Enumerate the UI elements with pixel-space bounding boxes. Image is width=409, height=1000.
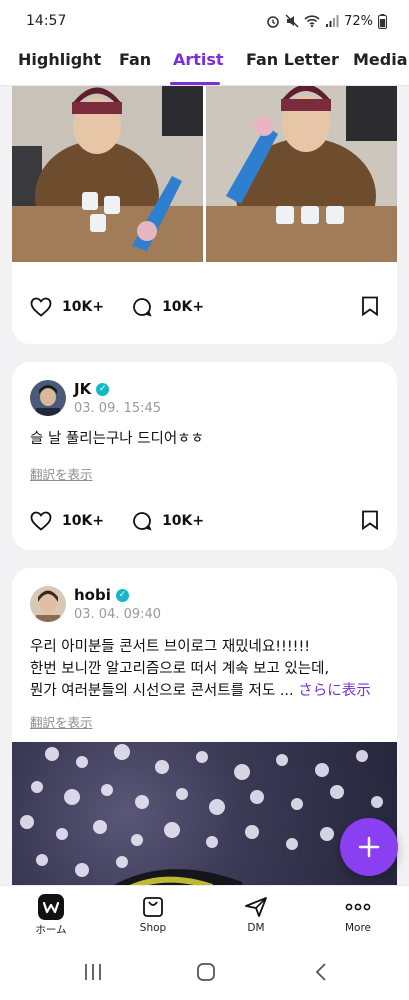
- shopping-bag-icon: [143, 897, 163, 917]
- post-text-line-2: 한번 보니깐 알고리즘으로 떠서 계속 보고 있는데,: [30, 661, 330, 677]
- nav-more[interactable]: More: [318, 894, 398, 934]
- post-card-jk[interactable]: JK ✓ 03. 09. 15:45 슬 날 풀리는구나 드디어ㅎㅎ 翻訳を表示…: [12, 362, 397, 550]
- comment-button[interactable]: 10K+: [132, 297, 204, 317]
- author-name: hobi: [74, 586, 111, 604]
- alarm-icon: [267, 16, 279, 28]
- post-text: 슬 날 풀리는구나 드디어ㅎㅎ: [30, 431, 204, 447]
- comment-count: 10K+: [162, 513, 205, 529]
- bookmark-icon[interactable]: [361, 296, 379, 316]
- comment-icon: [133, 512, 152, 531]
- post-date: 03. 04. 09:40: [74, 607, 162, 622]
- comment-count: 10K+: [162, 299, 205, 315]
- show-more-link[interactable]: さらに表示: [298, 683, 371, 699]
- more-dots-icon: [345, 903, 371, 911]
- verified-icon: ✓: [96, 382, 110, 396]
- post-author[interactable]: hobi ✓ 03. 04. 09:40: [30, 586, 161, 622]
- like-button[interactable]: 10K+: [30, 511, 104, 531]
- avatar[interactable]: [30, 586, 66, 622]
- bottom-nav: ホーム Shop DM More: [0, 885, 409, 943]
- post-text-line-3-text: 뭔가 여러분들의 시선으로 콘서트를 저도 ...: [30, 683, 294, 699]
- status-icons: 72%: [266, 13, 387, 29]
- tab-bar: Highlight Fan Artist Fan Letter Media: [0, 42, 409, 86]
- system-nav-bar: [0, 943, 409, 1000]
- heart-icon: [30, 297, 52, 317]
- post-author[interactable]: JK ✓ 03. 09. 15:45: [30, 380, 161, 416]
- post-photo-2[interactable]: [206, 86, 397, 262]
- nav-home-label: ホーム: [35, 924, 67, 936]
- like-button[interactable]: 10K+: [30, 297, 104, 317]
- author-name: JK: [74, 380, 92, 398]
- post-text-line-1: 우리 아미분들 콘서트 브이로그 재밌네요!!!!!!: [30, 639, 311, 655]
- avatar[interactable]: [30, 380, 66, 416]
- weverse-home-icon: [38, 894, 64, 920]
- translate-link[interactable]: 翻訳を表示: [30, 464, 93, 483]
- post-actions: 10K+ 10K+: [30, 292, 379, 322]
- post-actions: 10K+ 10K+: [30, 506, 379, 536]
- heart-icon: [30, 511, 52, 531]
- post-image-concert[interactable]: [12, 742, 397, 885]
- photo-2-image: [206, 86, 397, 262]
- feed[interactable]: 10K+ 10K+ JK ✓ 03. 09. 15:45 슬 날 풀리는구나 드…: [0, 86, 409, 885]
- author-name-row: hobi ✓: [74, 586, 161, 604]
- author-name-row: JK ✓: [74, 380, 161, 398]
- nav-dm-label: DM: [247, 922, 265, 934]
- recent-apps-icon[interactable]: [83, 963, 103, 981]
- back-icon[interactable]: [314, 962, 328, 982]
- tab-fan[interactable]: Fan: [119, 50, 151, 69]
- post-text: 우리 아미분들 콘서트 브이로그 재밌네요!!!!!! 한번 보니깐 알고리즘으…: [30, 636, 383, 702]
- bookmark-icon[interactable]: [361, 510, 379, 530]
- nav-dm[interactable]: DM: [216, 894, 296, 934]
- verified-icon: ✓: [115, 588, 129, 602]
- battery-percent: 72%: [344, 13, 373, 29]
- post-card-hobi[interactable]: hobi ✓ 03. 04. 09:40 우리 아미분들 콘서트 브이로그 재밌…: [12, 568, 397, 885]
- create-post-button[interactable]: [340, 818, 398, 876]
- post-card-photos[interactable]: 10K+ 10K+: [12, 86, 397, 344]
- tab-artist[interactable]: Artist: [173, 50, 224, 69]
- photo-1-image: [12, 86, 203, 262]
- signal-icon: [326, 15, 339, 27]
- nav-shop[interactable]: Shop: [113, 894, 193, 934]
- tab-fan-letter[interactable]: Fan Letter: [246, 50, 339, 69]
- status-bar: 14:57 72%: [0, 0, 409, 42]
- plus-icon: [358, 836, 380, 858]
- concert-lights-image: [20, 744, 383, 885]
- comment-button[interactable]: 10K+: [132, 511, 204, 531]
- comment-icon: [133, 298, 152, 317]
- post-photo-1[interactable]: [12, 86, 203, 262]
- paper-plane-icon: [245, 897, 267, 917]
- mute-icon: [285, 14, 299, 28]
- nav-shop-label: Shop: [139, 922, 167, 934]
- active-tab-indicator: [170, 82, 220, 85]
- tab-highlight[interactable]: Highlight: [18, 50, 101, 69]
- tab-media[interactable]: Media: [353, 50, 408, 69]
- wifi-icon: [304, 15, 320, 28]
- like-count: 10K+: [62, 513, 105, 529]
- home-button-icon[interactable]: [196, 962, 216, 982]
- nav-home[interactable]: ホーム: [11, 894, 91, 937]
- battery-icon: [378, 13, 387, 29]
- post-date: 03. 09. 15:45: [74, 401, 162, 416]
- like-count: 10K+: [62, 299, 105, 315]
- photo-grid: [12, 86, 397, 262]
- translate-link[interactable]: 翻訳を表示: [30, 712, 93, 731]
- nav-more-label: More: [344, 922, 372, 934]
- post-text-line-3: 뭔가 여러분들의 시선으로 콘서트를 저도 ... さらに表示: [30, 680, 383, 702]
- status-time: 14:57: [26, 13, 67, 29]
